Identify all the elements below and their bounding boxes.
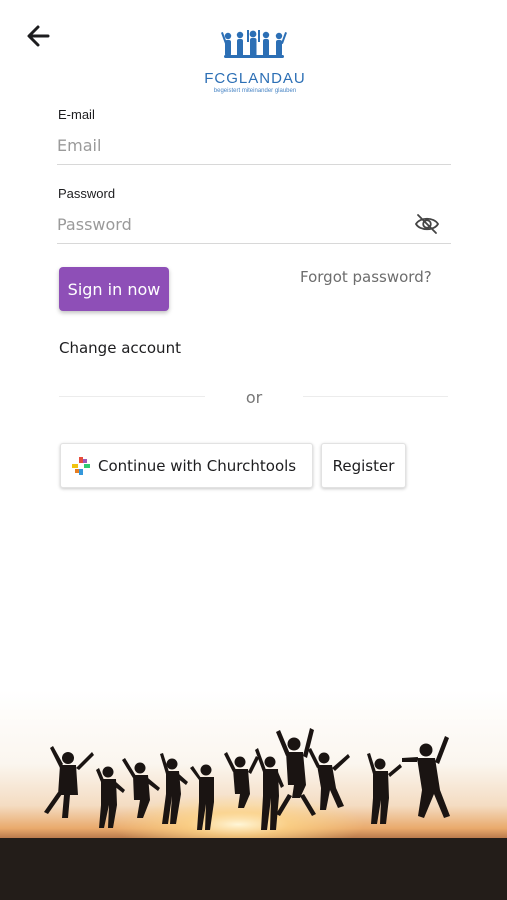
change-account-link[interactable]: Change account	[59, 339, 181, 357]
register-button[interactable]: Register	[321, 443, 406, 488]
churchtools-cross-icon	[72, 457, 90, 475]
jumping-people-sunset-image	[0, 690, 507, 900]
or-separator: or	[245, 388, 263, 407]
fcg-landau-logo: FCGLANDAU begeistert miteinander glauben	[200, 30, 310, 100]
forgot-password-link[interactable]: Forgot password?	[300, 268, 432, 286]
password-visibility-toggle[interactable]	[413, 212, 441, 236]
logo-tagline: begeistert miteinander glauben	[213, 88, 297, 94]
continue-with-churchtools-button[interactable]: Continue with Churchtools	[60, 443, 313, 488]
eye-off-icon	[414, 214, 440, 234]
email-field[interactable]	[57, 127, 451, 165]
back-button[interactable]	[24, 22, 54, 50]
churchtools-button-label: Continue with Churchtools	[98, 457, 297, 475]
arrow-left-icon	[27, 25, 50, 47]
password-field[interactable]	[57, 206, 451, 244]
divider-right	[303, 396, 448, 397]
email-label: E-mail	[58, 107, 95, 122]
logo-wordmark: FCGLANDAU	[204, 70, 306, 87]
divider-left	[59, 396, 205, 397]
people-figures-icon	[221, 30, 287, 58]
password-label: Password	[58, 186, 116, 201]
sign-in-button[interactable]: Sign in now	[59, 267, 169, 311]
